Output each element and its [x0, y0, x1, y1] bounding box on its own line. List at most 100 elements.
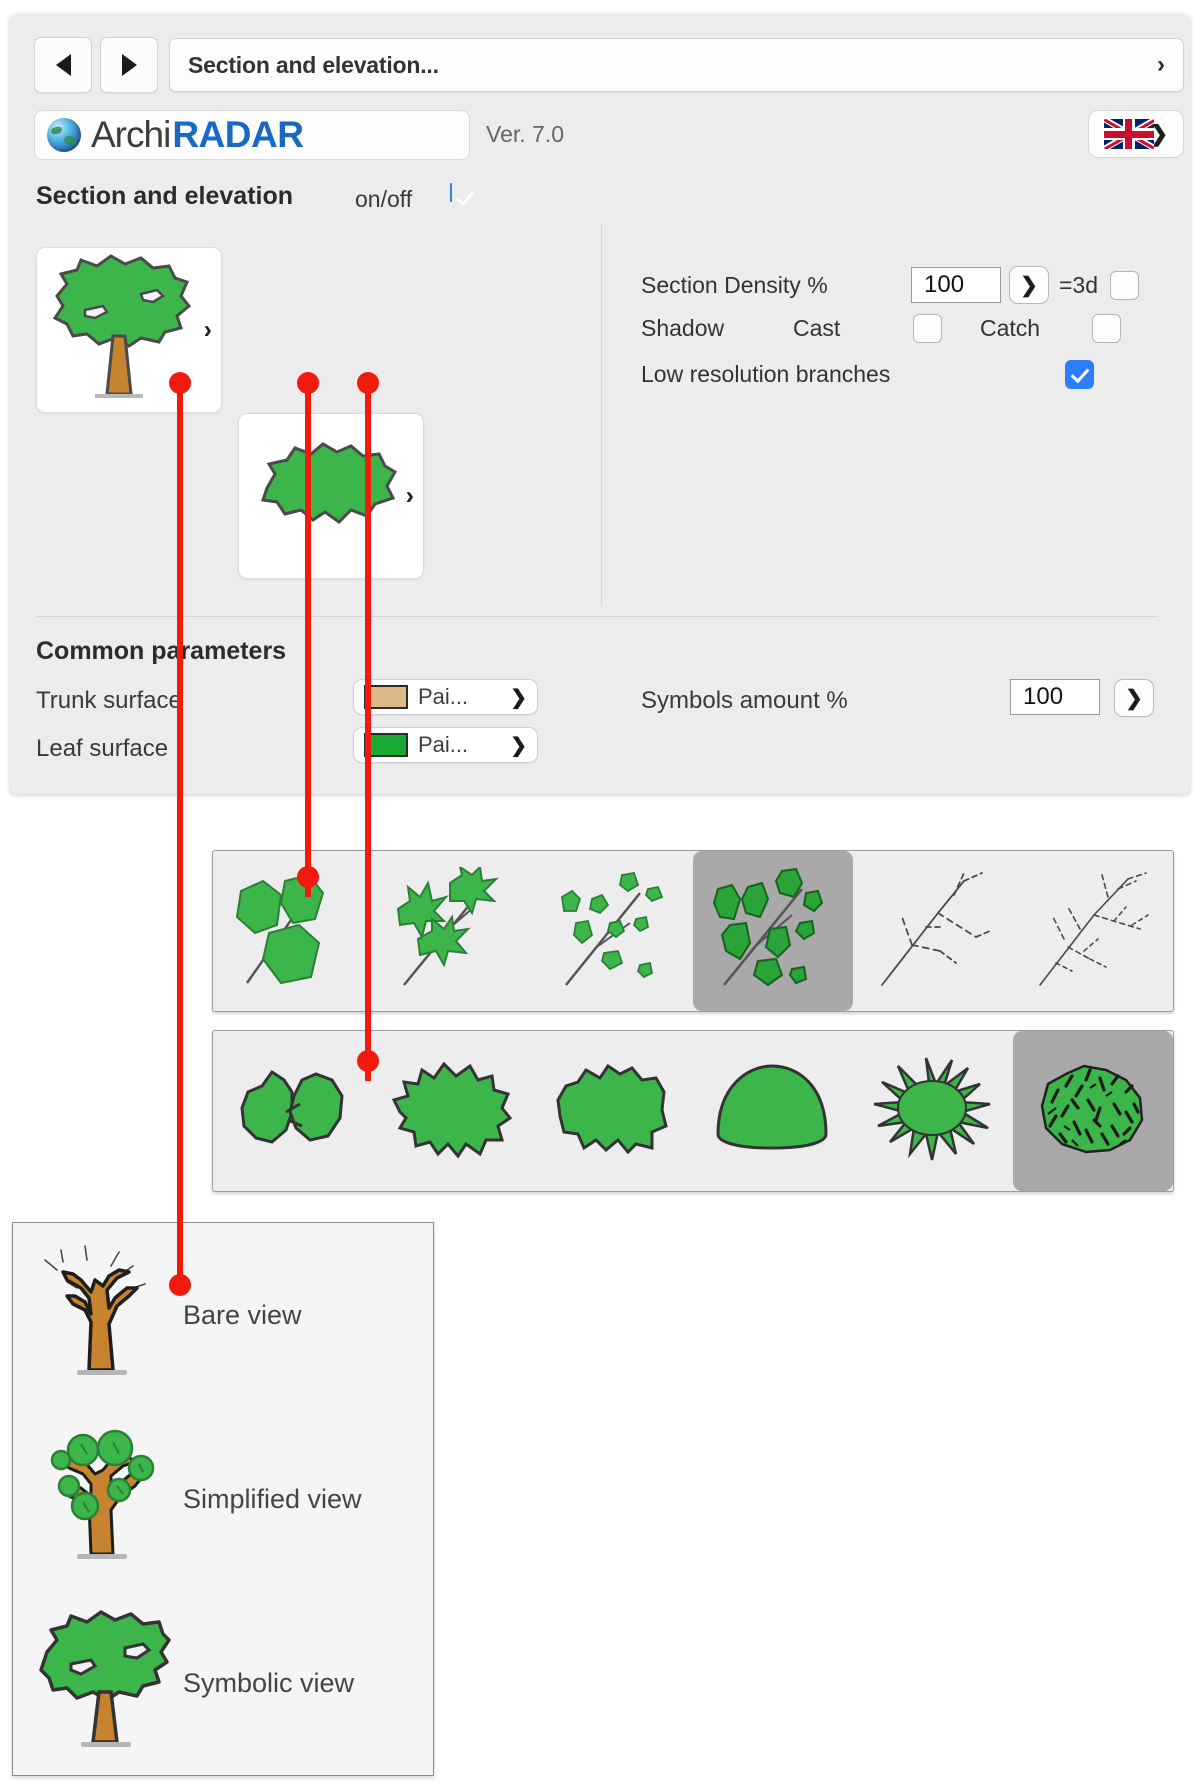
- callout-line-symbolic-view: [177, 381, 183, 1285]
- section-density-row: Section Density % 100 ❯ =3d: [641, 266, 1140, 304]
- legend-item-simplified-view: Simplified view: [13, 1407, 433, 1591]
- crown-starburst-icon: [873, 1057, 991, 1161]
- back-button[interactable]: [34, 37, 92, 93]
- section-title: Section and elevation: [36, 182, 294, 210]
- symbolic-tree-icon: [52, 254, 192, 398]
- horizontal-divider: [36, 616, 1158, 617]
- leaf-maple-spiky-icon: [396, 867, 499, 986]
- shadow-label: Shadow: [641, 315, 725, 341]
- trunk-surface-label: Trunk surface: [36, 687, 182, 714]
- catch-checkbox[interactable]: [1092, 314, 1122, 343]
- palette-item-crown-textured-dense[interactable]: [1013, 1031, 1173, 1191]
- shadow-row: Shadow Cast Catch: [641, 314, 1122, 343]
- symbols-amount-input[interactable]: 100: [1010, 679, 1100, 715]
- low-resolution-branches-checkbox[interactable]: [1065, 360, 1094, 389]
- low-resolution-branches-label: Low resolution branches: [641, 361, 891, 387]
- palette-item-crown-starburst[interactable]: [853, 1031, 1013, 1191]
- brand-bar: Archi RADAR Ver. 7.0 ❯: [34, 110, 1184, 162]
- callout-endpoint-leaf-symbol: [297, 866, 319, 888]
- view-modes-legend: Bare view Simplified view Symbolic view: [12, 1222, 434, 1776]
- forward-button[interactable]: [100, 37, 158, 93]
- legend-label-symbolic-view: Symbolic view: [183, 1667, 355, 1698]
- cast-checkbox[interactable]: [913, 314, 942, 343]
- leaf-small-scattered-icon: [561, 871, 664, 986]
- language-button[interactable]: ❯: [1088, 110, 1184, 158]
- chevron-right-icon: ❯: [510, 734, 527, 757]
- palette-item-crown-smooth-dome[interactable]: [693, 1031, 853, 1191]
- leaf-surface-button[interactable]: Pai... ❯: [353, 727, 538, 763]
- uk-flag-icon: [1103, 119, 1154, 149]
- callout-line-crown-shape: [365, 381, 371, 1081]
- trunk-surface-value: Pai...: [418, 684, 469, 709]
- brand-name-radar: RADAR: [172, 114, 304, 155]
- palette-item-branch-bare-sparse[interactable]: [853, 851, 1013, 1011]
- callout-line-leaf-symbol: [305, 381, 311, 897]
- trunk-surface-button[interactable]: Pai... ❯: [353, 679, 538, 715]
- leaf-symbol-palette: [212, 850, 1174, 1012]
- branch-bare-dense-icon: [1039, 872, 1149, 986]
- palette-item-leaf-maple-spiky[interactable]: [373, 851, 533, 1011]
- palette-item-crown-spiky-wide[interactable]: [373, 1031, 533, 1191]
- leaf-surface-label: Leaf surface: [36, 735, 169, 762]
- thumbnail-symbolic-tree[interactable]: ›: [36, 247, 222, 413]
- chevron-right-icon: ›: [1157, 51, 1165, 78]
- symbolic-tree-icon: [39, 1610, 171, 1747]
- crown-split-lobes-icon: [240, 1069, 344, 1144]
- crown-shape-palette: [212, 1030, 1174, 1192]
- onoff-label: on/off: [355, 186, 413, 212]
- crown-bumpy-flat-icon: [556, 1063, 668, 1155]
- vertical-divider: [601, 224, 602, 606]
- section-density-input[interactable]: 100: [911, 267, 1001, 303]
- palette-item-crown-bumpy-flat[interactable]: [533, 1031, 693, 1191]
- archiradar-logo: Archi RADAR: [34, 110, 470, 160]
- chevron-right-icon: ❯: [510, 686, 527, 709]
- triangle-right-icon: [121, 54, 137, 76]
- cast-label: Cast: [793, 315, 841, 341]
- globe-icon: [47, 118, 81, 152]
- callout-endpoint-crown-shape: [357, 1050, 379, 1072]
- legend-item-symbolic-view: Symbolic view: [13, 1591, 433, 1775]
- legend-label-bare-view: Bare view: [183, 1299, 302, 1330]
- callout-dot-leaf-symbol: [297, 372, 319, 394]
- page-selector[interactable]: Section and elevation... ›: [169, 38, 1184, 92]
- navigation-bar: Section and elevation... ›: [34, 37, 1184, 93]
- callout-endpoint-symbolic-view: [169, 1274, 191, 1296]
- symbols-amount-stepper[interactable]: ❯: [1114, 679, 1154, 717]
- crown-plan-icon: [261, 442, 398, 524]
- section-header: Section and elevation: [36, 182, 293, 211]
- is3d-checkbox[interactable]: [1110, 270, 1140, 300]
- leaf-medium-oval-icon: [712, 867, 824, 987]
- leaf-broad-polygon-icon: [235, 873, 325, 985]
- version-label: Ver. 7.0: [486, 121, 565, 147]
- callout-dot-symbolic-view: [169, 372, 191, 394]
- palette-item-leaf-medium-oval[interactable]: [693, 851, 853, 1011]
- palette-item-leaf-broad-polygon[interactable]: [213, 851, 373, 1011]
- page-title: Section and elevation...: [188, 51, 439, 78]
- chevron-right-icon: ›: [405, 481, 414, 510]
- branch-bare-sparse-icon: [881, 872, 991, 986]
- section-density-stepper[interactable]: ❯: [1009, 266, 1049, 304]
- palette-item-crown-split-lobes[interactable]: [213, 1031, 373, 1191]
- low-res-row: Low resolution branches: [641, 360, 1094, 389]
- chevron-right-icon: ›: [203, 315, 212, 344]
- crown-smooth-dome-icon: [716, 1064, 828, 1150]
- crown-textured-dense-icon: [1040, 1064, 1144, 1154]
- palette-item-branch-bare-dense[interactable]: [1013, 851, 1173, 1011]
- settings-dialog: Section and elevation... › Archi RADAR V…: [10, 14, 1190, 794]
- triangle-left-icon: [55, 54, 71, 76]
- crown-spiky-wide-icon: [391, 1061, 513, 1159]
- thumbnail-crown-plan[interactable]: ›: [238, 413, 424, 579]
- leaf-surface-value: Pai...: [418, 732, 469, 757]
- bare-tree-icon: [44, 1245, 146, 1375]
- callout-dot-crown-shape: [357, 372, 379, 394]
- legend-item-bare-view: Bare view: [13, 1223, 433, 1407]
- legend-label-simplified-view: Simplified view: [183, 1483, 362, 1514]
- catch-label: Catch: [980, 315, 1041, 341]
- onoff-checkbox[interactable]: [450, 183, 452, 202]
- symbols-amount-label: Symbols amount %: [641, 687, 848, 714]
- palette-item-leaf-small-scattered[interactable]: [533, 851, 693, 1011]
- is3d-label: =3d: [1059, 271, 1099, 298]
- section-density-label: Section Density %: [641, 271, 828, 298]
- brand-name-archi: Archi: [91, 114, 171, 155]
- simplified-tree-icon: [50, 1429, 155, 1559]
